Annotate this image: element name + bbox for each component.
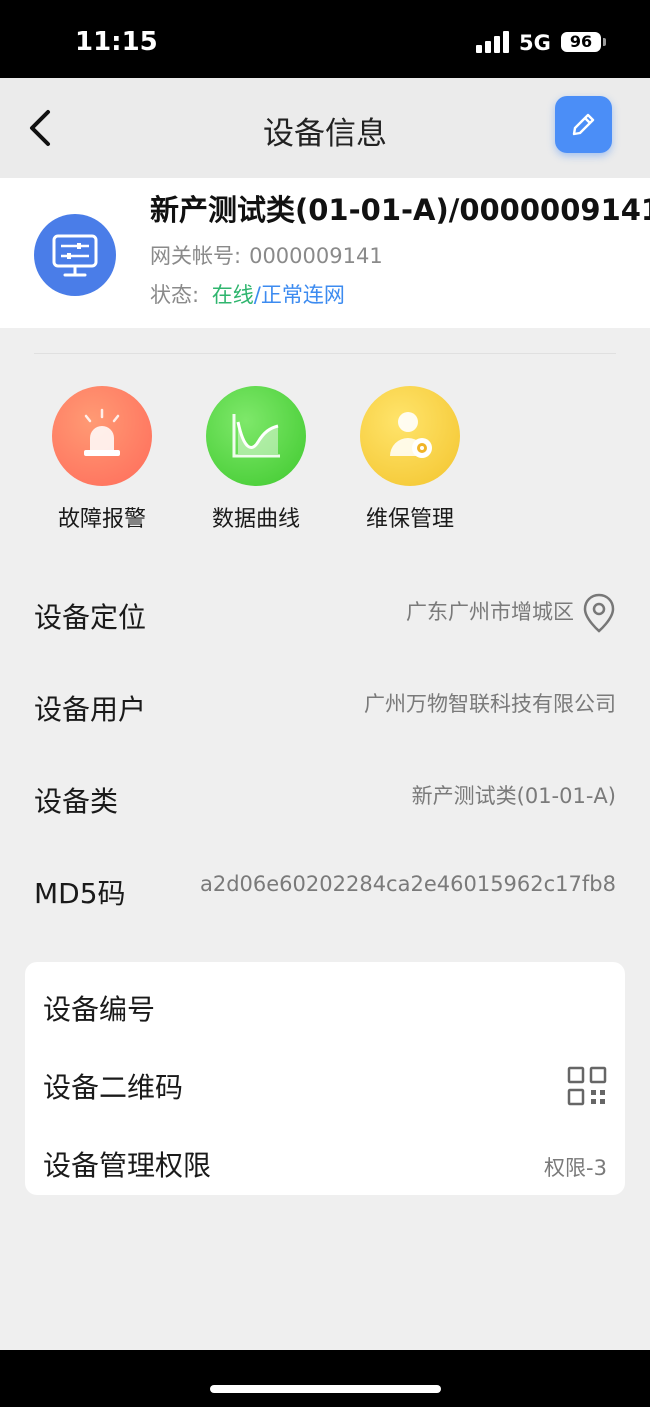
status-label: 状态:: [150, 283, 200, 307]
home-indicator[interactable]: [210, 1385, 441, 1393]
status-time: 11:15: [75, 27, 158, 57]
permission-value: 权限-3: [544, 1156, 607, 1180]
data-curve-button[interactable]: 数据曲线: [191, 386, 321, 533]
data-curve-circle: [206, 386, 306, 486]
page-title: 设备信息: [263, 116, 387, 152]
gateway-label: 网关帐号:: [150, 244, 242, 268]
fault-alarm-circle: [52, 386, 152, 486]
category-row: 设备类 新产测试类(01-01-A): [34, 770, 616, 830]
location-label: 设备定位: [34, 601, 147, 634]
status-bar: 11:15 5G 96: [0, 0, 650, 78]
user-value: 广州万物智联科技有限公司: [364, 692, 616, 716]
chart-curve-icon: [232, 414, 280, 458]
device-number-label: 设备编号: [43, 993, 156, 1026]
gateway-value: 0000009141: [249, 244, 383, 268]
location-value: 广东广州市增城区: [406, 600, 574, 624]
detail-card: 设备编号 设备二维码 设备管理权限 权限-3: [25, 962, 625, 1195]
monitor-settings-icon: [52, 234, 98, 277]
permission-row[interactable]: 设备管理权限 权限-3: [43, 1144, 607, 1192]
maintenance-label: 维保管理: [365, 507, 454, 532]
md5-label: MD5码: [34, 877, 126, 910]
nav-bar: 设备信息: [0, 78, 650, 178]
category-label: 设备类: [34, 785, 119, 818]
maintenance-user-icon: [390, 412, 432, 458]
gateway-account: 网关帐号: 0000009141: [150, 240, 383, 270]
pencil-icon: [572, 113, 595, 136]
battery-icon: 96: [561, 32, 601, 52]
network-type: 5G: [519, 31, 551, 55]
qr-code-row[interactable]: 设备二维码: [43, 1066, 607, 1114]
device-number-row[interactable]: 设备编号: [43, 988, 607, 1036]
maintenance-button[interactable]: 维保管理: [345, 386, 475, 533]
device-header-card: 新产测试类(01-01-A)/0000009141 网关帐号: 000000914…: [0, 178, 650, 328]
data-curve-label: 数据曲线: [211, 507, 300, 532]
md5-row: MD5码 a2d06e60202284ca2e46015962c17fb8: [34, 862, 616, 922]
battery-tip: [603, 38, 606, 46]
user-row: 设备用户 广州万物智联科技有限公司: [34, 678, 616, 738]
status-separator: /: [253, 283, 261, 307]
category-value: 新产测试类(01-01-A): [411, 784, 616, 808]
permission-label: 设备管理权限: [43, 1149, 212, 1182]
qr-code-label: 设备二维码: [43, 1071, 184, 1104]
qr-code-icon[interactable]: [567, 1066, 607, 1106]
cellular-signal-icon: [476, 31, 510, 53]
fault-alarm-label: 故障报警: [57, 507, 146, 532]
location-pin-icon[interactable]: [582, 592, 616, 634]
user-label: 设备用户: [34, 693, 147, 726]
home-bar: [0, 1350, 650, 1407]
md5-value: a2d06e60202284ca2e46015962c17fb8: [199, 872, 616, 896]
divider: [34, 353, 616, 354]
status-connection: 正常连网: [260, 283, 345, 307]
device-avatar: [34, 214, 116, 296]
fault-alarm-button[interactable]: 故障报警: [37, 386, 167, 533]
location-row[interactable]: 设备定位 广东广州市增城区: [34, 586, 616, 646]
device-name: 新产测试类(01-01-A)/0000009141: [150, 193, 650, 227]
alarm-light-icon: [84, 408, 120, 456]
status-online: 在线: [211, 283, 254, 307]
device-status: 状态: 在线/正常连网: [150, 279, 345, 309]
maintenance-circle: [360, 386, 460, 486]
edit-button[interactable]: [555, 96, 612, 153]
